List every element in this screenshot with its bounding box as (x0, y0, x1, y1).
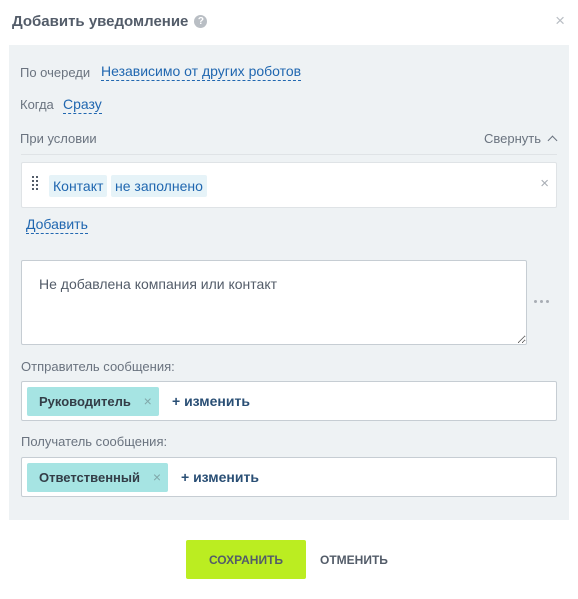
message-textarea[interactable]: Не добавлена компания или контакт (21, 260, 527, 345)
condition-label: При условии (20, 131, 97, 146)
condition-operator-tag[interactable]: не заполнено (111, 175, 207, 197)
when-link[interactable]: Сразу (63, 96, 102, 114)
add-notification-dialog: Добавить уведомление ? × По очереди Неза… (0, 0, 578, 599)
remove-recipient-icon[interactable]: × (153, 463, 161, 492)
queue-mode-link[interactable]: Независимо от других роботов (101, 63, 302, 81)
recipient-tag: Ответственный × (27, 463, 168, 492)
more-options-icon[interactable] (534, 300, 549, 303)
sender-tag: Руководитель × (27, 387, 159, 416)
recipient-field: Ответственный × + изменить (21, 457, 557, 497)
remove-condition-icon[interactable]: × (540, 175, 549, 192)
close-icon[interactable]: × (555, 11, 565, 31)
add-condition-link[interactable]: Добавить (26, 216, 88, 234)
save-button[interactable]: СОХРАНИТЬ (186, 540, 306, 579)
divider (21, 154, 557, 155)
change-sender-button[interactable]: + изменить (172, 393, 250, 409)
drag-handle-icon[interactable] (32, 176, 40, 192)
help-icon[interactable]: ? (194, 15, 208, 28)
cancel-button[interactable]: ОТМЕНИТЬ (318, 540, 390, 579)
sender-field: Руководитель × + изменить (21, 381, 557, 421)
when-label: Когда (20, 97, 54, 112)
recipient-label: Получатель сообщения: (21, 434, 168, 449)
sender-label: Отправитель сообщения: (21, 359, 175, 374)
condition-row: Контакт не заполнено × (21, 162, 557, 208)
settings-panel: По очереди Независимо от других роботов … (9, 45, 569, 520)
dialog-title: Добавить уведомление (12, 13, 189, 30)
dialog-header: Добавить уведомление ? (12, 13, 208, 30)
recipient-tag-label: Ответственный (39, 470, 140, 485)
condition-field-tag[interactable]: Контакт (49, 175, 108, 197)
collapse-toggle[interactable]: Свернуть (483, 131, 558, 146)
queue-label: По очереди (20, 65, 91, 80)
remove-sender-icon[interactable]: × (144, 387, 152, 416)
collapse-label: Свернуть (483, 131, 541, 146)
change-recipient-button[interactable]: + изменить (181, 469, 259, 485)
sender-tag-label: Руководитель (39, 394, 131, 409)
chevron-up-icon (547, 135, 558, 146)
